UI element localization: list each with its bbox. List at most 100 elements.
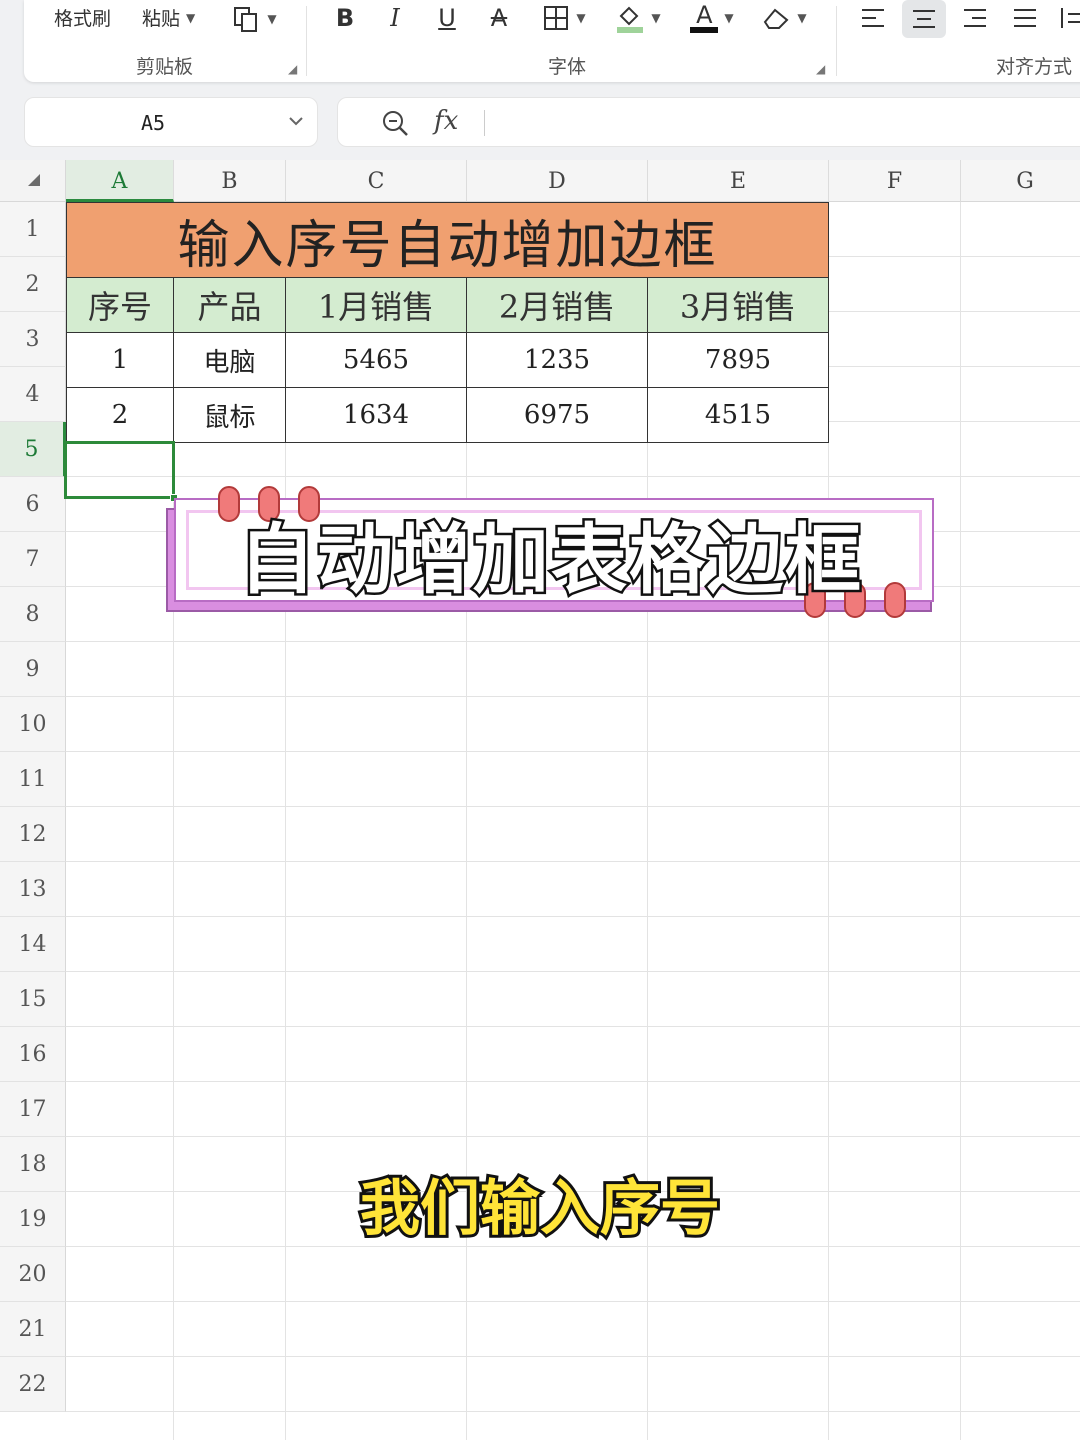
align-middle-button[interactable] [902,0,946,38]
format-painter-button[interactable]: 格式刷 [54,4,111,31]
gridline [66,1356,1080,1357]
row-header-13[interactable]: 13 [0,862,66,917]
column-header-g[interactable]: G [961,160,1080,202]
align-top-icon [862,9,884,27]
format-painter-label: 格式刷 [54,8,112,30]
row-header-6[interactable]: 6 [0,477,66,532]
align-bottom-icon [964,9,986,27]
clipboard-launcher-icon[interactable]: ◢ [288,62,297,76]
table-cell[interactable]: 2 [66,387,174,443]
paste-button[interactable]: 粘贴 ▼ [142,4,195,31]
row-header-12[interactable]: 12 [0,807,66,862]
align-top-button[interactable] [856,2,890,34]
underline-button[interactable]: U [432,2,462,34]
active-cell-a5[interactable] [64,441,175,499]
align-group-label: 对齐方式 [996,56,1073,78]
column-header-c[interactable]: C [286,160,467,202]
table-cell[interactable]: 7895 [647,332,829,388]
group-divider [836,6,837,76]
gridline [66,916,1080,917]
row-header-16[interactable]: 16 [0,1027,66,1082]
row-header-11[interactable]: 11 [0,752,66,807]
table-cell[interactable]: 鼠标 [173,387,286,443]
gridline [66,1411,1080,1412]
italic-button[interactable]: I [380,2,410,34]
header-cell[interactable]: 2月销售 [466,277,648,333]
gridline [66,696,1080,697]
align-bottom-button[interactable] [958,2,992,34]
borders-icon [544,6,569,30]
table-cell[interactable]: 5465 [285,332,467,388]
font-color-swatch [690,27,719,33]
row-header-1[interactable]: 1 [0,202,66,257]
clipboard-group-label: 剪贴板 [136,56,194,78]
insert-function-button[interactable]: fx [434,106,458,136]
gridline [66,751,1080,752]
row-header-20[interactable]: 20 [0,1247,66,1302]
paste-label: 粘贴 [142,8,181,30]
header-cell[interactable]: 3月销售 [647,277,829,333]
table-title-cell[interactable]: 输入序号自动增加边框 [66,202,829,278]
row-header-2[interactable]: 2 [0,257,66,312]
indent-button[interactable] [1058,2,1080,34]
justify-icon [1014,9,1036,27]
borders-button[interactable]: ▼ [536,2,592,34]
font-color-letter: A [696,1,713,29]
bold-label: B [335,4,355,32]
row-header-15[interactable]: 15 [0,972,66,1027]
row-header-22[interactable]: 22 [0,1357,66,1412]
table-cell[interactable]: 6975 [466,387,648,443]
font-color-button[interactable]: A ▼ [684,0,740,36]
name-box[interactable]: A5 [24,97,318,147]
row-header-9[interactable]: 9 [0,642,66,697]
font-color-icon: A [690,1,719,33]
column-header-b[interactable]: B [174,160,286,202]
table-cell[interactable]: 4515 [647,387,829,443]
table-cell[interactable]: 1 [66,332,174,388]
row-header-3[interactable]: 3 [0,312,66,367]
column-header-d[interactable]: D [467,160,648,202]
select-all-icon [28,174,40,186]
gridline [66,641,1080,642]
banner-text: 自动增加表格边框 [237,513,864,607]
row-header-10[interactable]: 10 [0,697,66,752]
formula-divider [484,110,485,136]
chevron-down-icon: ▼ [576,11,586,25]
name-box-value: A5 [140,111,166,135]
header-cell[interactable]: 产品 [173,277,286,333]
table-cell[interactable]: 电脑 [173,332,286,388]
row-header-8[interactable]: 8 [0,587,66,642]
eraser-icon [764,8,789,29]
fill-color-button[interactable]: ▼ [610,0,666,36]
row-header-4[interactable]: 4 [0,367,66,422]
row-header-21[interactable]: 21 [0,1302,66,1357]
strikethrough-button[interactable]: A [484,2,514,34]
column-header-f[interactable]: F [829,160,961,202]
align-middle-icon [913,10,935,28]
row-header-17[interactable]: 17 [0,1082,66,1137]
chevron-down-icon: ▼ [651,11,661,25]
font-launcher-icon[interactable]: ◢ [816,62,825,76]
bold-button[interactable]: B [330,2,360,34]
copy-button[interactable]: ▼ [226,2,282,36]
header-cell[interactable]: 1月销售 [285,277,467,333]
row-header-7[interactable]: 7 [0,532,66,587]
row-header-14[interactable]: 14 [0,917,66,972]
column-header-a[interactable]: A [66,160,174,202]
spreadsheet-grid[interactable]: ABCDEFG 1 2 3 4 5 6 7 8 9 10 11 12 13 14 15 16 17 18 19 20 2… [0,160,1080,1440]
table-cell[interactable]: 1235 [466,332,648,388]
row-header-5[interactable]: 5 [0,422,66,477]
zoom-icon[interactable] [380,108,410,138]
justify-button[interactable] [1008,2,1042,34]
header-cell[interactable]: 序号 [66,277,174,333]
select-all-corner[interactable] [0,160,66,202]
video-subtitle: 我们输入序号 [357,1171,723,1247]
chevron-down-icon[interactable] [287,112,305,130]
font-group-label: 字体 [548,56,587,78]
strikethrough-label: A [490,4,508,32]
column-header-e[interactable]: E [648,160,829,202]
clear-button[interactable]: ▼ [756,2,812,34]
gridline [66,861,1080,862]
formula-bar[interactable]: fx [337,97,1080,147]
table-cell[interactable]: 1634 [285,387,467,443]
